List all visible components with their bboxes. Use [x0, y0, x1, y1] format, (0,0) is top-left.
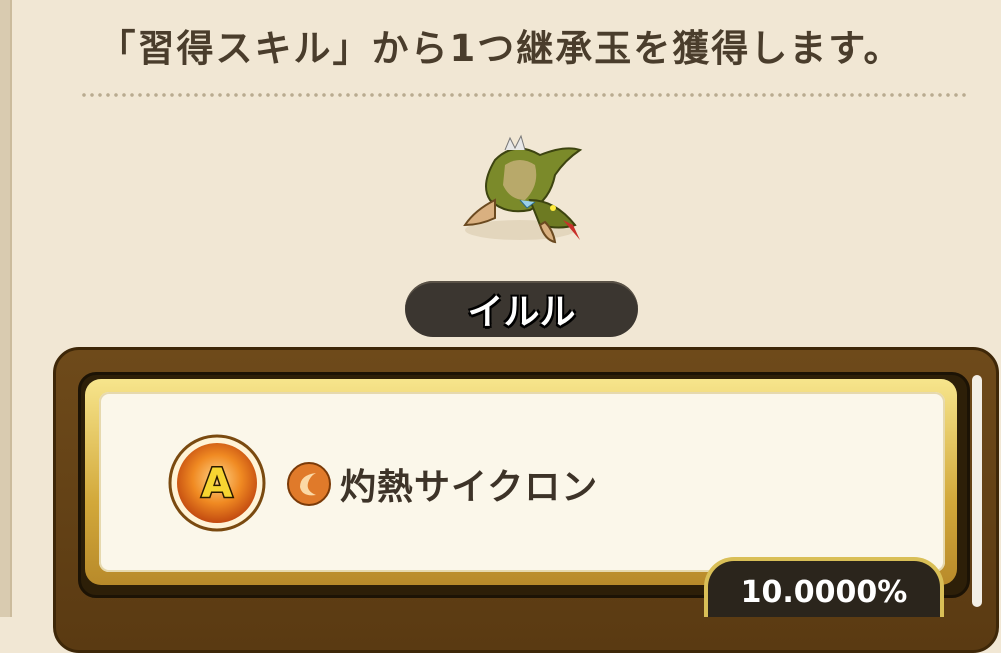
rank-letter: A	[202, 461, 233, 507]
page-title: 「習得スキル」から1つ継承玉を獲得します。	[98, 27, 903, 70]
rate-pill: 10.0000%	[704, 557, 944, 617]
dragon-monster-icon	[463, 134, 583, 244]
monster-name-pill: イルル	[405, 281, 638, 337]
skill-name: 灼熱サイクロン	[340, 467, 599, 508]
orange-orb-icon	[287, 462, 331, 506]
rate-value: 10.0000%	[740, 574, 908, 610]
dotted-divider	[80, 92, 970, 98]
rank-a-badge-icon: A	[168, 434, 266, 532]
scrollbar[interactable]	[972, 375, 982, 607]
left-rail	[0, 0, 12, 617]
monster-name: イルル	[467, 292, 576, 333]
